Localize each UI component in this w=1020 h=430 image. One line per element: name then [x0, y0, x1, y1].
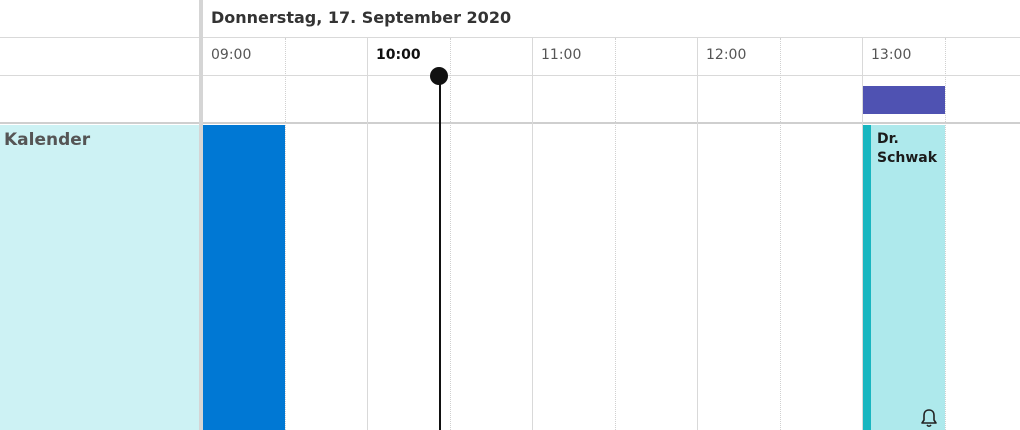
half-hour-line — [945, 38, 946, 430]
hour-label-1200: 12:00 — [706, 47, 747, 63]
calendar-name: Kalender — [4, 130, 91, 150]
event-allday-bar[interactable] — [863, 86, 945, 114]
hour-line-12 — [697, 38, 698, 430]
half-hour-line — [780, 38, 781, 430]
hour-label-1300: 13:00 — [871, 47, 912, 63]
half-hour-line — [285, 38, 286, 430]
hour-line-11 — [532, 38, 533, 430]
event-block-blue[interactable] — [203, 125, 285, 430]
event-dr-schwak[interactable] — [863, 125, 945, 430]
current-time-line — [439, 76, 441, 430]
half-hour-line — [615, 38, 616, 430]
header-divider — [0, 37, 1020, 38]
date-title: Donnerstag, 17. September 2020 — [211, 8, 512, 27]
calendar-day-view: Kalender Donnerstag, 17. September 2020 … — [0, 0, 1020, 430]
hour-label-1100: 11:00 — [541, 47, 582, 63]
event-accent-bar — [863, 125, 871, 430]
hour-label-0900: 09:00 — [211, 47, 252, 63]
allday-divider — [0, 122, 1020, 124]
event-title: Dr. Schwak — [877, 131, 938, 166]
hours-divider — [0, 75, 1020, 76]
hour-label-1000: 10:00 — [376, 47, 421, 63]
hour-line-10 — [367, 38, 368, 430]
current-time-dot — [430, 67, 448, 85]
bell-icon — [919, 407, 939, 429]
calendar-row-panel[interactable] — [0, 125, 200, 430]
half-hour-line — [450, 38, 451, 430]
